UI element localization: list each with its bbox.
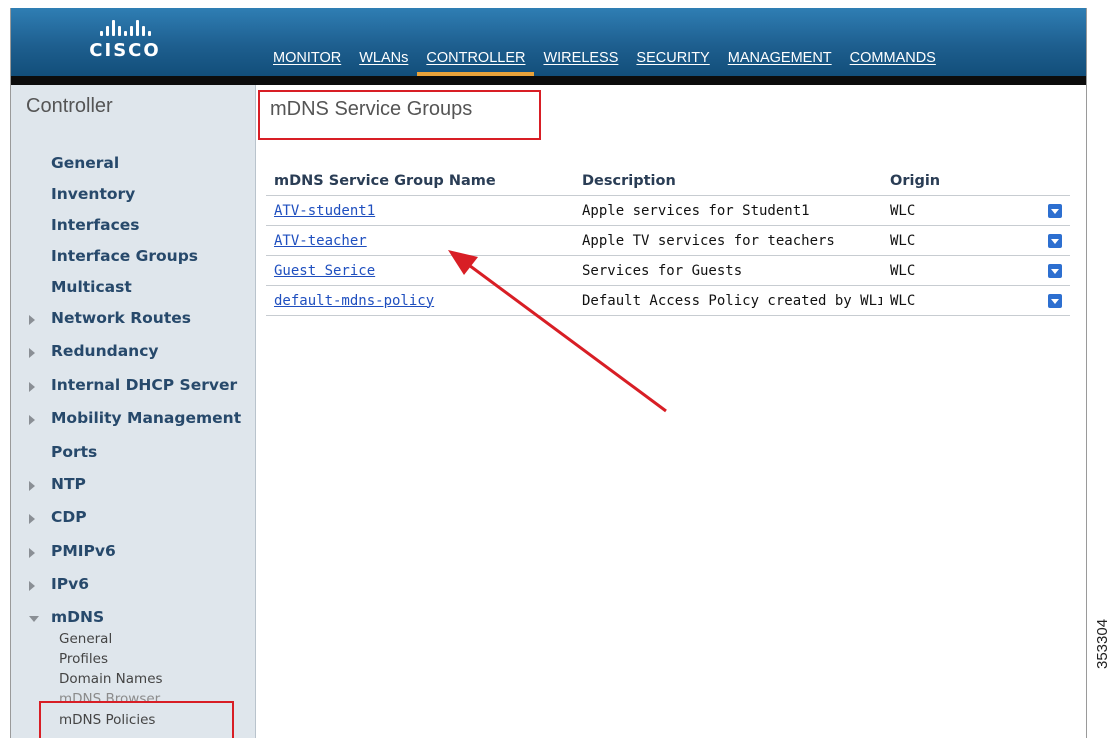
service-group-link[interactable]: ATV-teacher <box>274 233 367 249</box>
mdns-sub-domain-names[interactable]: Domain Names <box>59 671 163 687</box>
sidebar-item-label: Interface Groups <box>51 247 199 265</box>
sidebar-item-inventory[interactable]: Inventory <box>51 185 135 203</box>
nav-security[interactable]: SECURITY <box>627 48 718 76</box>
row-dropdown-icon[interactable] <box>1048 263 1062 278</box>
row-dropdown-icon[interactable] <box>1048 233 1062 248</box>
expand-arrow-icon <box>29 514 35 524</box>
cell-description: Apple services for Student1 <box>574 195 882 226</box>
nav-management[interactable]: MANAGEMENT <box>719 48 841 76</box>
sidebar-item-ports[interactable]: Ports <box>51 443 97 461</box>
sidebar-item-pmipv6[interactable]: PMIPv6 <box>29 542 116 560</box>
sidebar-item-interface-groups[interactable]: Interface Groups <box>51 247 198 265</box>
expand-arrow-icon <box>29 548 35 558</box>
sidebar-item-label: IPv6 <box>51 575 90 593</box>
sidebar-item-redundancy[interactable]: Redundancy <box>29 342 159 360</box>
mdns-sub-profiles[interactable]: Profiles <box>59 651 108 667</box>
expand-arrow-icon <box>29 348 35 358</box>
table-row: Guest Serice Services for Guests WLC <box>266 255 1070 286</box>
cell-name: ATV-teacher <box>266 225 574 256</box>
mdns-sub-general[interactable]: General <box>59 631 112 647</box>
cell-actions <box>1038 195 1070 226</box>
collapse-arrow-icon <box>29 616 39 622</box>
cell-name: ATV-student1 <box>266 195 574 226</box>
cell-actions <box>1038 285 1070 316</box>
expand-arrow-icon <box>29 581 35 591</box>
cell-name: Guest Serice <box>266 255 574 286</box>
expand-arrow-icon <box>29 382 35 392</box>
cell-description: Default Access Policy created by WLı <box>574 285 882 316</box>
expand-arrow-icon <box>29 415 35 425</box>
sidebar-item-mdns[interactable]: mDNS <box>29 608 105 626</box>
sidebar-item-label: PMIPv6 <box>51 542 116 560</box>
sidebar-item-label: General <box>51 154 120 172</box>
sidebar-item-mobility-management[interactable]: Mobility Management <box>29 409 242 427</box>
service-groups-table: mDNS Service Group Name Description Orig… <box>266 167 1070 316</box>
column-header-origin: Origin <box>882 167 1038 196</box>
cell-origin: WLC <box>882 225 1038 256</box>
cell-origin: WLC <box>882 255 1038 286</box>
sidebar-item-internal-dhcp-server[interactable]: Internal DHCP Server <box>29 376 238 394</box>
main-nav: MONITOR WLANs CONTROLLER WIRELESS SECURI… <box>264 48 945 76</box>
sidebar-item-label: Multicast <box>51 278 132 296</box>
sidebar-item-cdp[interactable]: CDP <box>29 508 87 526</box>
cisco-logo-bars-icon <box>83 18 167 36</box>
service-group-link[interactable]: ATV-student1 <box>274 203 375 219</box>
sidebar-item-label: Interfaces <box>51 216 140 234</box>
expand-arrow-icon <box>29 315 35 325</box>
cell-description: Apple TV services for teachers <box>574 225 882 256</box>
sidebar-item-multicast[interactable]: Multicast <box>51 278 132 296</box>
cell-origin: WLC <box>882 195 1038 226</box>
nav-underbar <box>11 76 1086 85</box>
sidebar-item-label: Redundancy <box>51 342 159 360</box>
cell-name: default-mdns-policy <box>266 285 574 316</box>
service-group-link[interactable]: Guest Serice <box>274 263 375 279</box>
table-row: ATV-student1 Apple services for Student1… <box>266 195 1070 226</box>
main-content: mDNS Service Groups mDNS Service Group N… <box>256 85 1086 738</box>
cisco-logo: CISCO <box>83 18 173 61</box>
app-window: CISCO MONITOR WLANs CONTROLLER WIRELESS … <box>10 8 1087 738</box>
sidebar-item-label: Network Routes <box>51 309 191 327</box>
highlight-box-page-title <box>258 90 541 140</box>
sidebar: Controller General Inventory Interfaces … <box>11 85 256 738</box>
nav-wlans[interactable]: WLANs <box>350 48 417 76</box>
sidebar-title: Controller <box>26 95 113 117</box>
column-header-actions <box>1038 167 1070 196</box>
table-row: ATV-teacher Apple TV services for teache… <box>266 225 1070 256</box>
sidebar-item-label: mDNS <box>51 608 105 626</box>
sidebar-item-label: Mobility Management <box>51 409 242 427</box>
sidebar-item-label: Internal DHCP Server <box>51 376 238 394</box>
sidebar-item-label: Inventory <box>51 185 136 203</box>
nav-commands[interactable]: COMMANDS <box>841 48 945 76</box>
sidebar-item-ipv6[interactable]: IPv6 <box>29 575 90 593</box>
nav-wireless[interactable]: WIRELESS <box>534 48 627 76</box>
nav-monitor[interactable]: MONITOR <box>264 48 350 76</box>
nav-controller[interactable]: CONTROLLER <box>417 48 535 76</box>
cisco-logo-text: CISCO <box>89 40 161 61</box>
table-row: default-mdns-policy Default Access Polic… <box>266 285 1070 316</box>
figure-id: 353304 <box>1094 618 1110 669</box>
cell-origin: WLC <box>882 285 1038 316</box>
cell-description: Services for Guests <box>574 255 882 286</box>
top-banner: CISCO MONITOR WLANs CONTROLLER WIRELESS … <box>11 8 1086 76</box>
row-dropdown-icon[interactable] <box>1048 293 1062 308</box>
column-header-description: Description <box>574 167 882 196</box>
cell-actions <box>1038 255 1070 286</box>
sidebar-item-label: NTP <box>51 475 86 493</box>
sidebar-item-ntp[interactable]: NTP <box>29 475 86 493</box>
sidebar-item-network-routes[interactable]: Network Routes <box>29 309 191 327</box>
service-group-link[interactable]: default-mdns-policy <box>274 293 434 309</box>
table-header-row: mDNS Service Group Name Description Orig… <box>266 167 1070 196</box>
expand-arrow-icon <box>29 481 35 491</box>
sidebar-item-label: CDP <box>51 508 87 526</box>
column-header-name: mDNS Service Group Name <box>266 167 574 196</box>
highlight-box-mdns-policies <box>39 701 234 738</box>
row-dropdown-icon[interactable] <box>1048 203 1062 218</box>
sidebar-item-general[interactable]: General <box>51 154 119 172</box>
sidebar-item-interfaces[interactable]: Interfaces <box>51 216 140 234</box>
cell-actions <box>1038 225 1070 256</box>
sidebar-item-label: Ports <box>51 443 98 461</box>
